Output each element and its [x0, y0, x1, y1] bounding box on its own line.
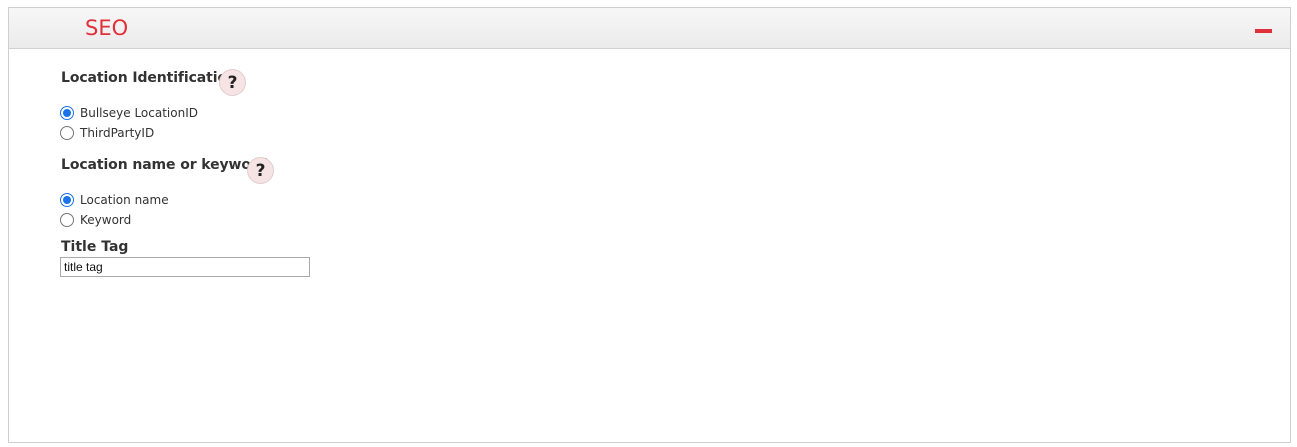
radio-button[interactable]: [60, 126, 74, 140]
radio-thirdpartyid[interactable]: ThirdPartyID: [60, 126, 154, 140]
radio-keyword[interactable]: Keyword: [60, 213, 131, 227]
radio-button[interactable]: [60, 106, 74, 120]
radio-location-name[interactable]: Location name: [60, 193, 169, 207]
location-name-keyword-label: Location name or keyword: [61, 157, 268, 173]
minus-icon: [1255, 29, 1272, 33]
panel-title: SEO: [85, 16, 129, 40]
radio-label: Location name: [80, 193, 169, 207]
radio-label: ThirdPartyID: [80, 126, 155, 140]
title-tag-input[interactable]: [60, 257, 310, 277]
location-identification-label: Location Identification: [61, 70, 237, 86]
title-tag-label: Title Tag: [61, 239, 129, 255]
collapse-button[interactable]: [1251, 25, 1277, 39]
radio-button[interactable]: [60, 213, 74, 227]
radio-bullseye-locationid[interactable]: Bullseye LocationID: [60, 106, 198, 120]
help-question-icon[interactable]: ?: [219, 69, 246, 96]
help-question-icon[interactable]: ?: [247, 157, 274, 184]
radio-label: Bullseye LocationID: [80, 106, 198, 120]
panel-header[interactable]: SEO: [9, 8, 1290, 49]
radio-button[interactable]: [60, 193, 74, 207]
radio-label: Keyword: [80, 213, 132, 227]
